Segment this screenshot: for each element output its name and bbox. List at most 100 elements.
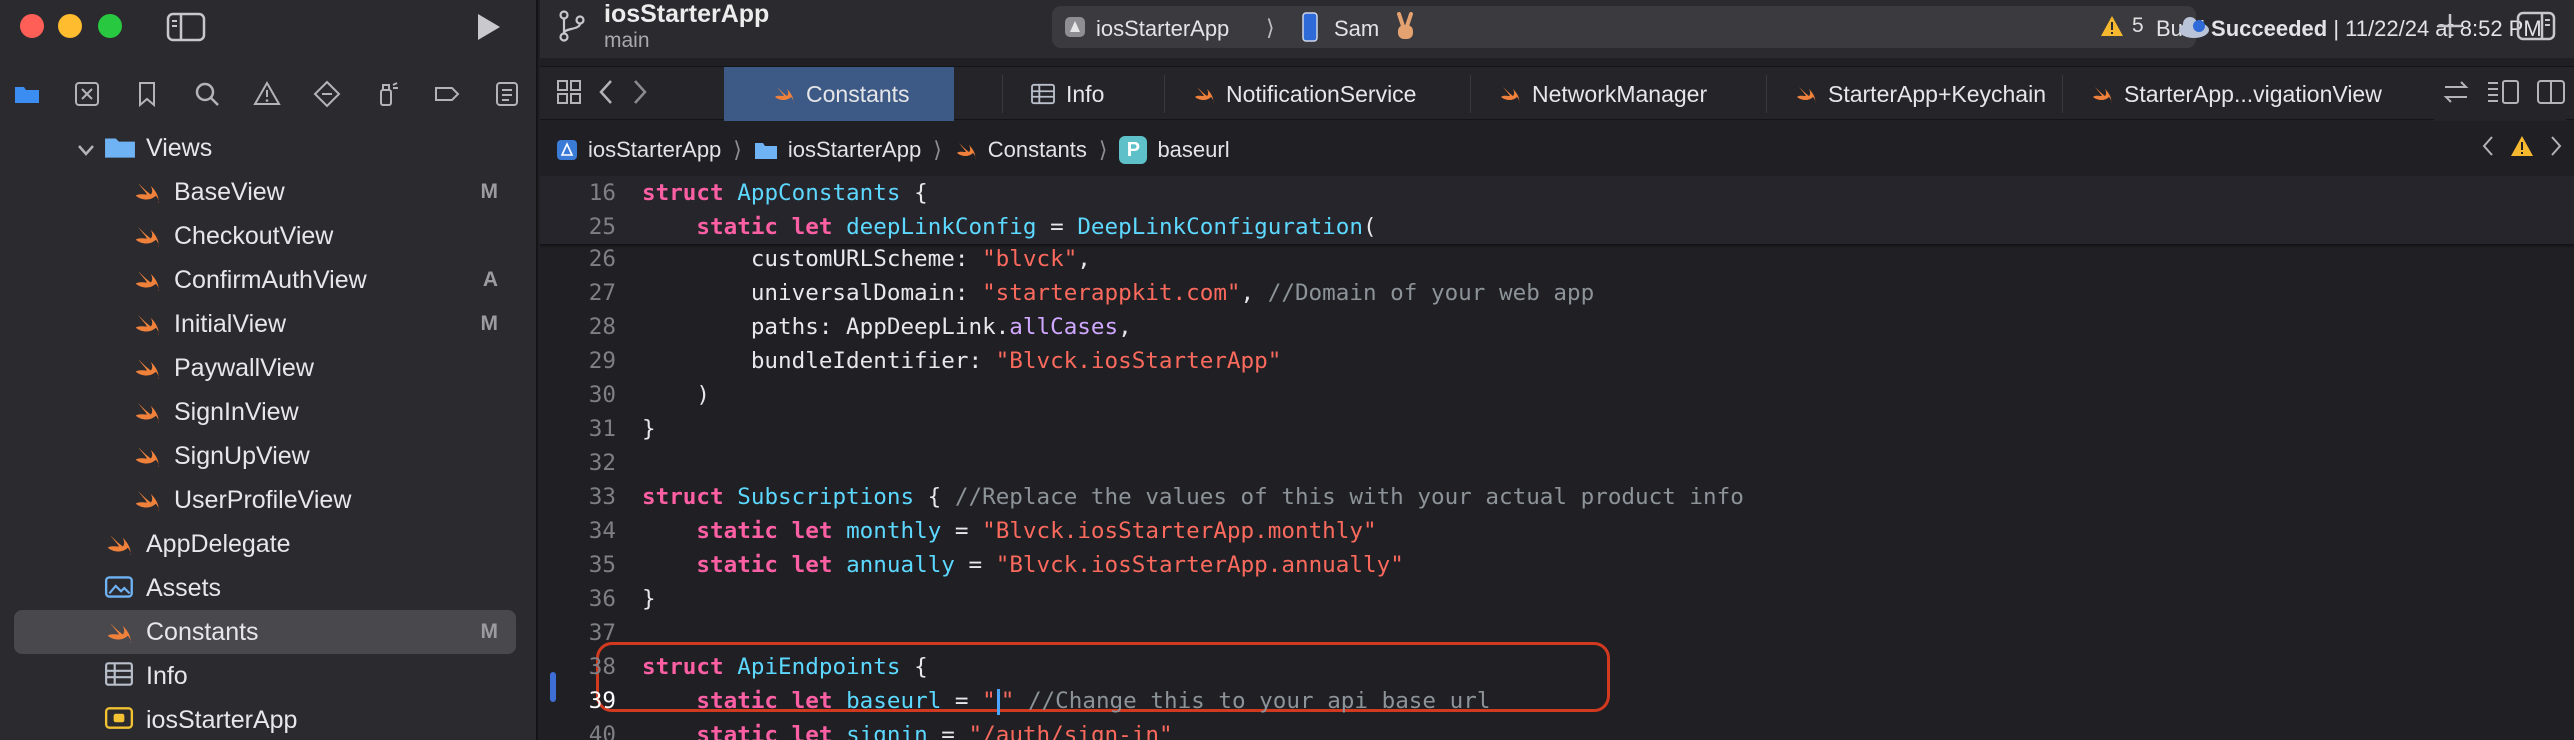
test-navigator-diamond-icon[interactable] [310,77,344,111]
line-number[interactable]: 28 [540,310,616,344]
debug-navigator-spray-icon[interactable] [370,77,404,111]
build-status-text[interactable]: Build Succeeded | 11/22/24 at 8:52 PM [2156,16,2542,42]
sidebar-item-paywallview[interactable]: PaywallView [0,346,538,390]
split-editor-icon[interactable] [2536,79,2566,110]
bookmark-navigator-icon[interactable] [130,77,164,111]
previous-issue-chevron-icon[interactable] [2480,134,2496,164]
breakpoint-navigator-icon[interactable] [430,77,464,111]
go-back-chevron-icon[interactable] [596,78,616,111]
line-number[interactable]: 34 [540,514,616,548]
code-line[interactable]: 25 static let deepLinkConfig = DeepLinkC… [540,210,2574,244]
tab-networkmanager[interactable]: NetworkManager [1470,67,1766,121]
issue-warning-icon[interactable] [2510,135,2534,163]
issue-navigator-warning-icon[interactable] [250,77,284,111]
add-plus-icon[interactable] [2434,10,2466,42]
project-blueprint-icon [557,140,577,160]
tab-label: StarterApp...vigationView [2124,80,2382,107]
line-number[interactable]: 32 [540,446,616,480]
sidebar-item-views[interactable]: Views [0,126,538,170]
line-number[interactable]: 38 [540,650,616,684]
cloud-sync-icon[interactable] [2176,14,2212,40]
code-line[interactable]: 40 static let signin = "/auth/sign-in" [540,718,2574,740]
swap-arrows-icon[interactable] [2442,80,2470,109]
code-line[interactable]: 31} [540,412,2574,446]
find-navigator-search-icon[interactable] [190,77,224,111]
run-destination-selector[interactable]: Sam [1334,16,1379,42]
line-number[interactable]: 29 [540,344,616,378]
line-number[interactable]: 30 [540,378,616,412]
code-line[interactable]: 33 struct Subscriptions { //Replace the v… [540,480,2574,514]
tab-notificationservice[interactable]: NotificationService [1164,67,1470,121]
swift-file-icon [2090,82,2114,106]
breadcrumb-symbol[interactable]: P baseurl [1119,136,1230,164]
breadcrumb-folder[interactable]: iosStarterApp [754,137,921,163]
code-line[interactable]: 30 ) [540,378,2574,412]
line-number[interactable]: 39 [540,684,616,718]
line-number[interactable]: 40 [540,718,616,740]
project-title[interactable]: iosStarterApp [604,0,769,29]
code-line[interactable]: 29 bundleIdentifier: "Blvck.iosStarterAp… [540,344,2574,378]
tab-info[interactable]: Info [1002,67,1164,121]
sidebar-item-signinview[interactable]: SignInView [0,390,538,434]
sidebar-item-signupview[interactable]: SignUpView [0,434,538,478]
code-line[interactable]: 36} [540,582,2574,616]
line-number[interactable]: 16 [540,176,616,210]
branch-name[interactable]: main [604,29,650,53]
code-line[interactable]: 16 struct AppConstants { [540,176,2574,210]
run-button[interactable] [470,10,504,44]
line-number[interactable]: 36 [540,582,616,616]
sidebar-item-info[interactable]: Info [0,654,538,698]
sidebar-item-assets[interactable]: Assets [0,566,538,610]
zoom-window-button[interactable] [98,14,122,38]
code-line[interactable]: 39 static let baseurl = " " //Change this… [540,684,2574,718]
tab-starterapp-keychain[interactable]: StarterApp+Keychain [1766,67,2062,121]
minimize-window-button[interactable] [58,14,82,38]
source-control-navigator-icon[interactable] [70,77,104,111]
sidebar-item-iosstarterapp[interactable]: iosStarterApp [0,698,538,740]
project-navigator-folder-icon[interactable] [10,77,44,111]
code-line[interactable]: 38 struct ApiEndpoints { [540,650,2574,684]
line-number[interactable]: 31 [540,412,616,446]
line-number[interactable]: 33 [540,480,616,514]
warning-count: 5 [2132,14,2144,37]
tab-constants[interactable]: Constants [724,67,954,121]
breadcrumb-file-label: Constants [987,137,1087,162]
disclosure-chevron-down-icon[interactable] [76,138,96,158]
sidebar-item-checkoutview[interactable]: CheckoutView [0,214,538,258]
sidebar-item-initialview[interactable]: InitialView M [0,302,538,346]
file-tree: Views BaseView M CheckoutView ConfirmAuthVie… [0,126,538,740]
code-line[interactable]: 37 [540,616,2574,650]
source-branch-icon[interactable] [556,8,588,44]
sidebar-item-baseview[interactable]: BaseView M [0,170,538,214]
editor-options-lines-icon[interactable] [2486,79,2520,110]
sidebar-item-confirmauthview[interactable]: ConfirmAuthView A [0,258,538,302]
inspector-toggle-icon[interactable] [2516,10,2556,42]
sidebar-item-userprofileview[interactable]: UserProfileView [0,478,538,522]
line-number[interactable]: 35 [540,548,616,582]
sidebar-toggle-icon[interactable] [166,12,206,42]
scheme-selector[interactable]: iosStarterApp [1096,16,1229,42]
go-forward-chevron-icon[interactable] [630,78,650,111]
code-line[interactable]: 27 universalDomain: "starterappkit.com",… [540,276,2574,310]
line-number[interactable]: 27 [540,276,616,310]
related-items-grid-icon[interactable] [556,79,582,110]
close-window-button[interactable] [20,14,44,38]
code-line[interactable]: 34 static let monthly = "Blvck.iosStarte… [540,514,2574,548]
tab-starterapp-vigationview[interactable]: StarterApp...vigationView [2062,67,2472,121]
code-line[interactable]: 35 static let annually = "Blvck.iosStart… [540,548,2574,582]
breadcrumb-project[interactable]: iosStarterApp [556,137,721,163]
chevron-right-icon: ⟩ [1266,15,1275,40]
warnings-indicator[interactable]: 5 [2100,14,2144,38]
next-issue-chevron-icon[interactable] [2548,134,2564,164]
code-line[interactable]: 28 paths: AppDeepLink.allCases, [540,310,2574,344]
line-number[interactable]: 37 [540,616,616,650]
sidebar-item-constants[interactable]: Constants M [14,610,516,654]
line-number[interactable]: 25 [540,210,616,244]
code-line[interactable]: 32 [540,446,2574,480]
breadcrumb-file[interactable]: Constants [954,137,1087,163]
source-code-editor[interactable]: 16 struct AppConstants {25 static let dee… [540,176,2574,740]
sidebar-item-appdelegate[interactable]: AppDelegate [0,522,538,566]
code-text: } [642,582,656,616]
report-navigator-icon[interactable] [490,77,524,111]
